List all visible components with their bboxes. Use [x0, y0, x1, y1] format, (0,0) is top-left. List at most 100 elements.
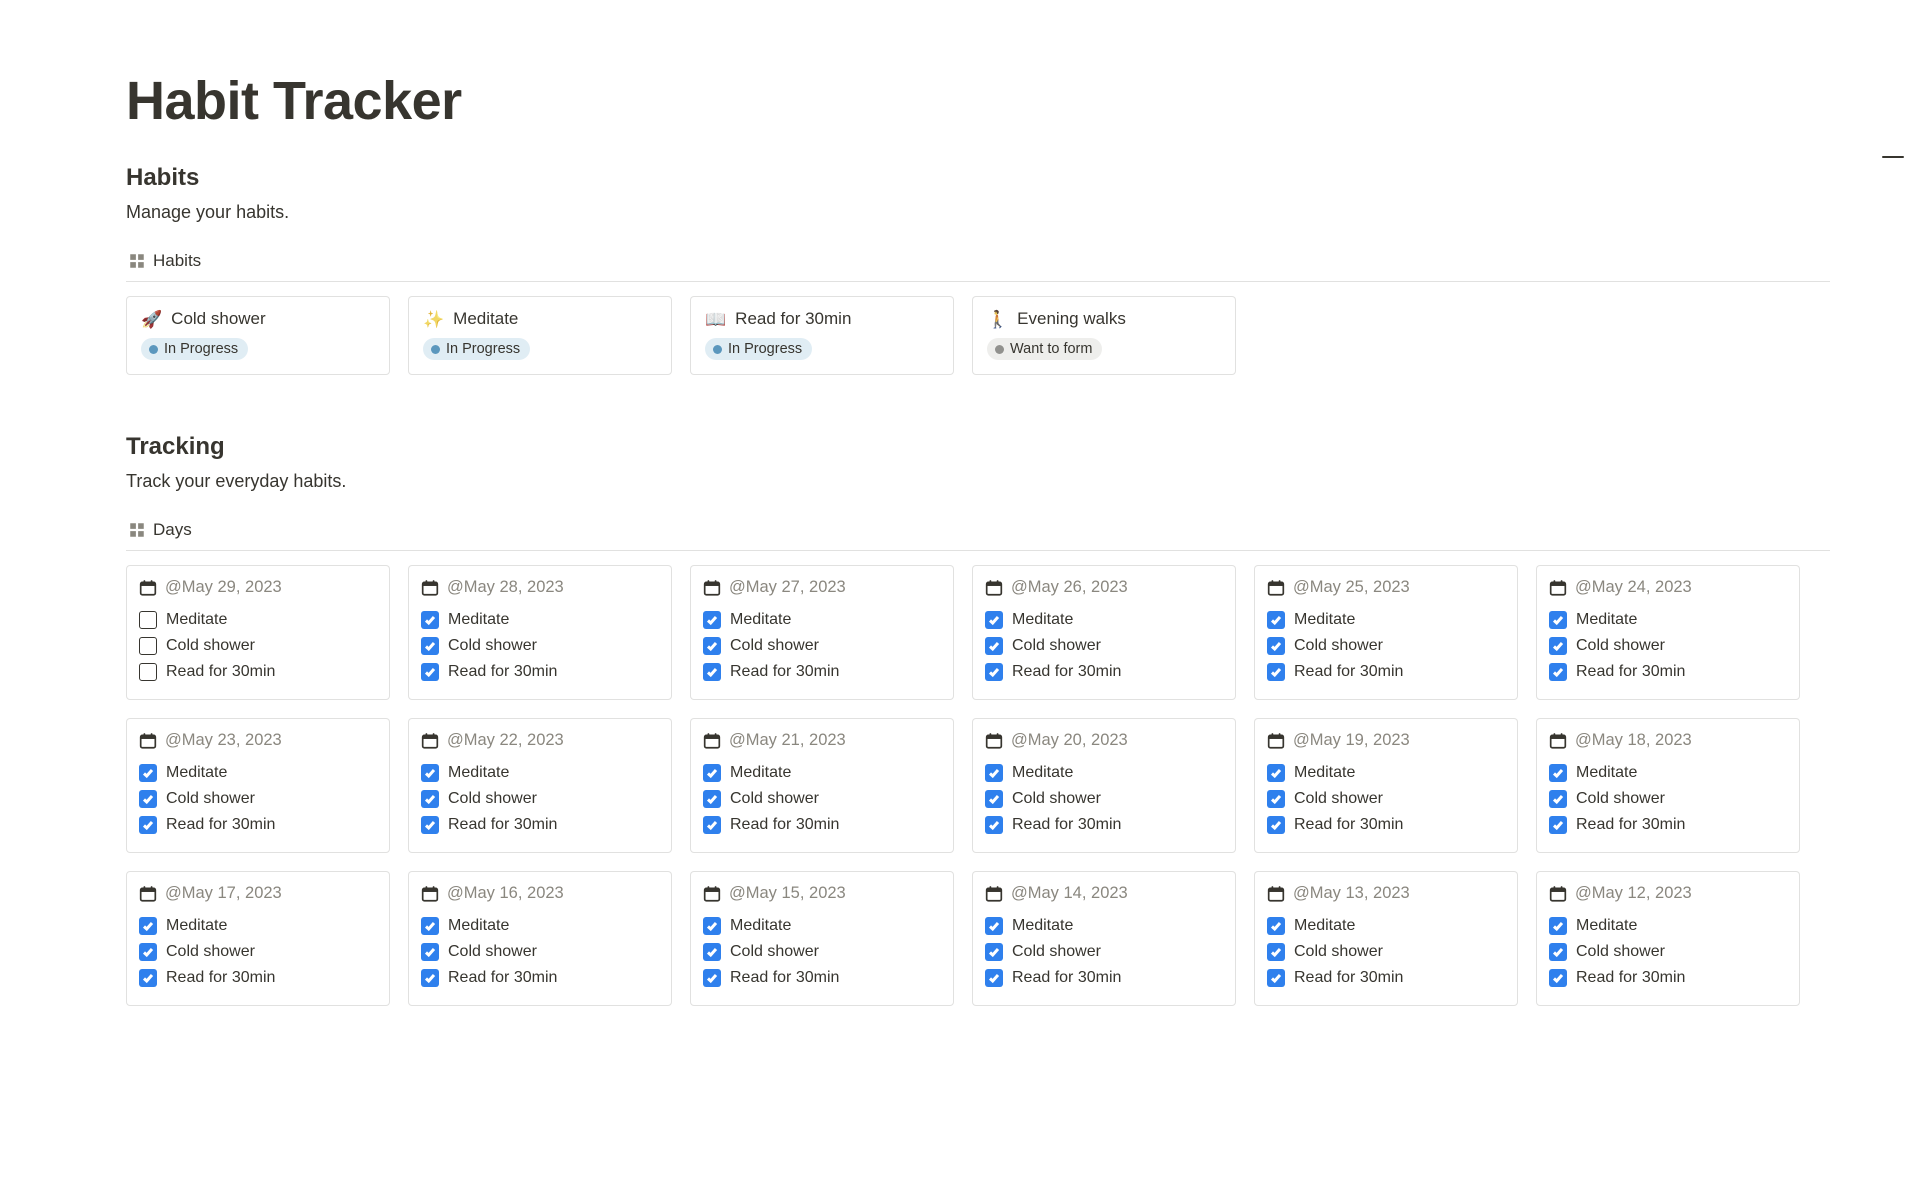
calendar-icon — [1549, 732, 1567, 750]
task-label: Cold shower — [1012, 637, 1101, 655]
day-card[interactable]: @May 15, 2023MeditateCold showerRead for… — [690, 871, 954, 1006]
day-card[interactable]: @May 21, 2023MeditateCold showerRead for… — [690, 718, 954, 853]
task-checkbox[interactable] — [139, 637, 157, 655]
task-checkbox[interactable] — [139, 764, 157, 782]
calendar-icon — [1267, 732, 1285, 750]
task-checkbox[interactable] — [1267, 637, 1285, 655]
habit-card[interactable]: 🚀Cold showerIn Progress — [126, 296, 390, 375]
task-checkbox[interactable] — [985, 663, 1003, 681]
task-checkbox[interactable] — [421, 790, 439, 808]
day-card[interactable]: @May 27, 2023MeditateCold showerRead for… — [690, 565, 954, 700]
task-checkbox[interactable] — [139, 816, 157, 834]
task-row: Read for 30min — [421, 965, 659, 991]
task-checkbox[interactable] — [985, 764, 1003, 782]
habits-gallery-tab[interactable]: Habits — [126, 247, 203, 281]
day-card[interactable]: @May 24, 2023MeditateCold showerRead for… — [1536, 565, 1800, 700]
task-checkbox[interactable] — [421, 611, 439, 629]
task-checkbox[interactable] — [421, 816, 439, 834]
task-checkbox[interactable] — [1267, 790, 1285, 808]
task-checkbox[interactable] — [703, 663, 721, 681]
task-checkbox[interactable] — [703, 917, 721, 935]
task-checkbox[interactable] — [985, 969, 1003, 987]
task-row: Meditate — [421, 913, 659, 939]
day-card[interactable]: @May 17, 2023MeditateCold showerRead for… — [126, 871, 390, 1006]
task-checkbox[interactable] — [985, 637, 1003, 655]
task-checkbox[interactable] — [139, 917, 157, 935]
task-checkbox[interactable] — [1549, 790, 1567, 808]
task-checkbox[interactable] — [1549, 943, 1567, 961]
day-date: @May 16, 2023 — [447, 884, 564, 903]
task-row: Meditate — [985, 607, 1223, 633]
menu-handle-icon[interactable] — [1882, 156, 1904, 158]
task-checkbox[interactable] — [1549, 917, 1567, 935]
task-checkbox[interactable] — [421, 764, 439, 782]
task-checkbox[interactable] — [421, 637, 439, 655]
task-checkbox[interactable] — [1267, 943, 1285, 961]
task-label: Cold shower — [448, 637, 537, 655]
task-checkbox[interactable] — [703, 790, 721, 808]
habit-card[interactable]: 🚶Evening walksWant to form — [972, 296, 1236, 375]
task-label: Meditate — [166, 611, 227, 629]
task-checkbox[interactable] — [1267, 816, 1285, 834]
task-checkbox[interactable] — [421, 969, 439, 987]
day-card[interactable]: @May 22, 2023MeditateCold showerRead for… — [408, 718, 672, 853]
day-card[interactable]: @May 18, 2023MeditateCold showerRead for… — [1536, 718, 1800, 853]
task-checkbox[interactable] — [421, 943, 439, 961]
task-checkbox[interactable] — [985, 917, 1003, 935]
task-checkbox[interactable] — [1549, 663, 1567, 681]
task-checkbox[interactable] — [139, 969, 157, 987]
day-card[interactable]: @May 13, 2023MeditateCold showerRead for… — [1254, 871, 1518, 1006]
task-label: Meditate — [1012, 917, 1073, 935]
day-card-header: @May 26, 2023 — [985, 578, 1223, 597]
task-row: Meditate — [421, 607, 659, 633]
task-checkbox[interactable] — [421, 917, 439, 935]
day-card[interactable]: @May 23, 2023MeditateCold showerRead for… — [126, 718, 390, 853]
task-row: Meditate — [1549, 760, 1787, 786]
task-checkbox[interactable] — [703, 969, 721, 987]
habit-card[interactable]: ✨MeditateIn Progress — [408, 296, 672, 375]
task-checkbox[interactable] — [1267, 917, 1285, 935]
day-card[interactable]: @May 25, 2023MeditateCold showerRead for… — [1254, 565, 1518, 700]
day-card[interactable]: @May 19, 2023MeditateCold showerRead for… — [1254, 718, 1518, 853]
task-checkbox[interactable] — [703, 816, 721, 834]
task-row: Cold shower — [1549, 939, 1787, 965]
task-checkbox[interactable] — [703, 611, 721, 629]
task-checkbox[interactable] — [985, 816, 1003, 834]
day-card[interactable]: @May 20, 2023MeditateCold showerRead for… — [972, 718, 1236, 853]
task-checkbox[interactable] — [421, 663, 439, 681]
task-checkbox[interactable] — [703, 943, 721, 961]
task-checkbox[interactable] — [985, 611, 1003, 629]
task-checkbox[interactable] — [1267, 663, 1285, 681]
days-gallery-tab[interactable]: Days — [126, 516, 194, 550]
day-card[interactable]: @May 26, 2023MeditateCold showerRead for… — [972, 565, 1236, 700]
task-row: Cold shower — [703, 633, 941, 659]
day-card[interactable]: @May 28, 2023MeditateCold showerRead for… — [408, 565, 672, 700]
day-card[interactable]: @May 12, 2023MeditateCold showerRead for… — [1536, 871, 1800, 1006]
task-checkbox[interactable] — [1549, 611, 1567, 629]
day-card-header: @May 29, 2023 — [139, 578, 377, 597]
task-checkbox[interactable] — [1549, 764, 1567, 782]
task-label: Read for 30min — [1576, 969, 1685, 987]
day-card-header: @May 25, 2023 — [1267, 578, 1505, 597]
task-checkbox[interactable] — [1549, 816, 1567, 834]
task-checkbox[interactable] — [985, 790, 1003, 808]
task-label: Read for 30min — [166, 816, 275, 834]
task-checkbox[interactable] — [1549, 637, 1567, 655]
day-card[interactable]: @May 16, 2023MeditateCold showerRead for… — [408, 871, 672, 1006]
day-date: @May 23, 2023 — [165, 731, 282, 750]
task-checkbox[interactable] — [1267, 969, 1285, 987]
task-checkbox[interactable] — [1267, 611, 1285, 629]
task-checkbox[interactable] — [139, 790, 157, 808]
day-card[interactable]: @May 14, 2023MeditateCold showerRead for… — [972, 871, 1236, 1006]
task-checkbox[interactable] — [703, 637, 721, 655]
habit-card[interactable]: 📖Read for 30minIn Progress — [690, 296, 954, 375]
task-checkbox[interactable] — [139, 611, 157, 629]
task-checkbox[interactable] — [139, 943, 157, 961]
day-card[interactable]: @May 29, 2023MeditateCold showerRead for… — [126, 565, 390, 700]
task-checkbox[interactable] — [703, 764, 721, 782]
task-checkbox[interactable] — [139, 663, 157, 681]
task-checkbox[interactable] — [1549, 969, 1567, 987]
task-checkbox[interactable] — [1267, 764, 1285, 782]
tracking-heading: Tracking — [126, 433, 1830, 461]
task-checkbox[interactable] — [985, 943, 1003, 961]
